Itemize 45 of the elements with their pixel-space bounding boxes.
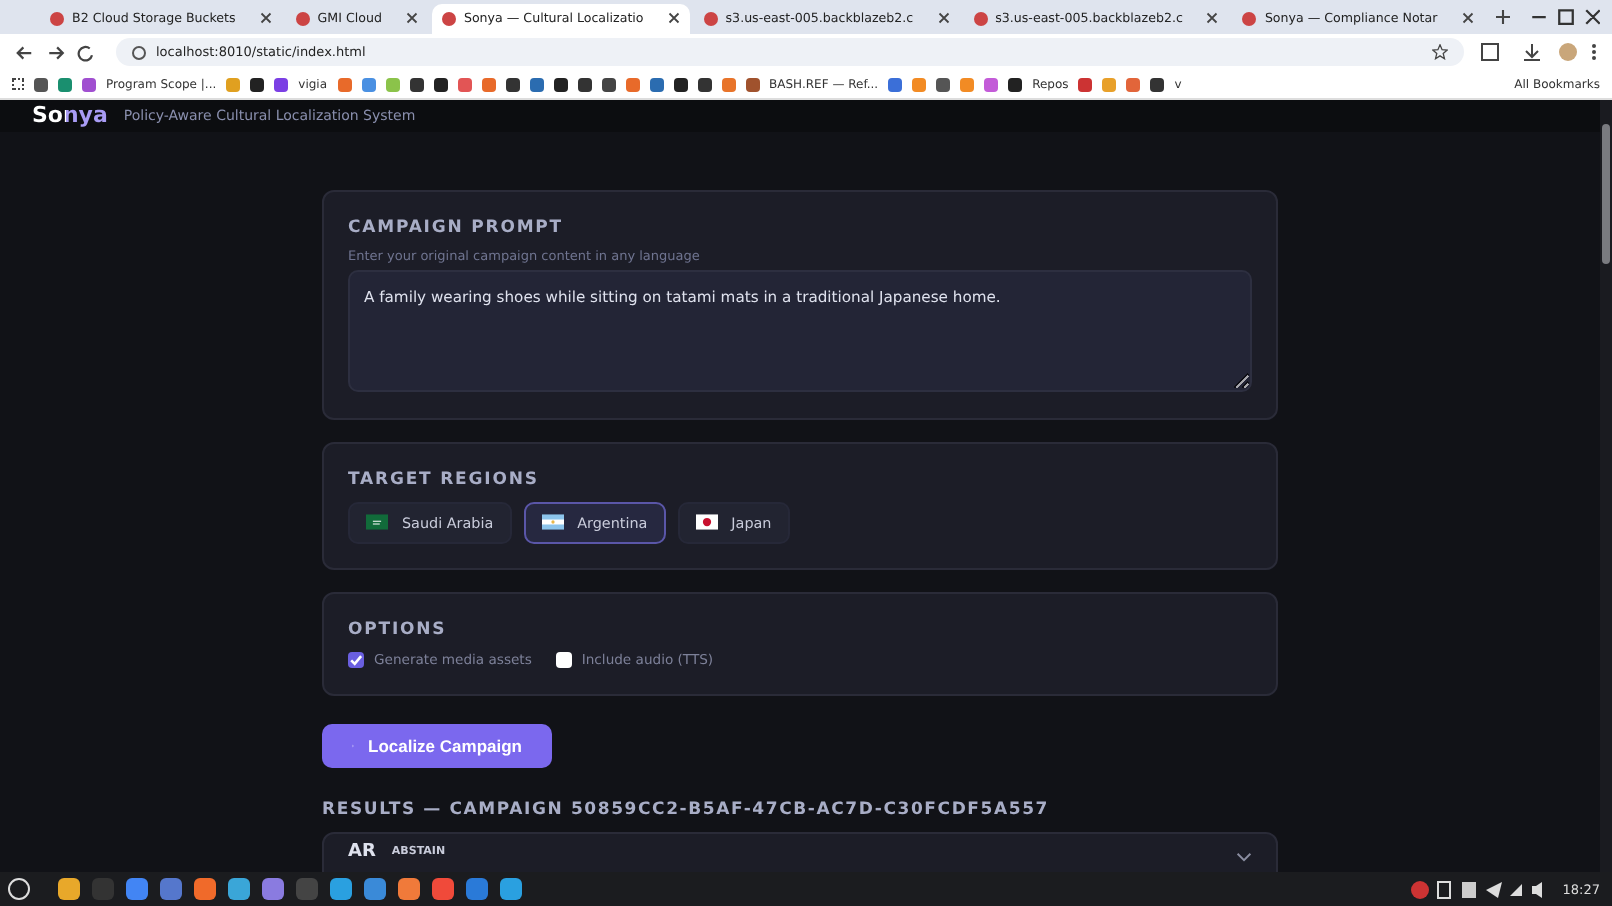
- taskbar-app-icon[interactable]: [228, 878, 250, 901]
- favicon-icon: [50, 11, 64, 26]
- flag-icon: [541, 514, 564, 531]
- taskbar-app-icon[interactable]: [398, 878, 420, 901]
- star-icon[interactable]: [1432, 44, 1448, 61]
- taskbar-app-icon[interactable]: [500, 878, 522, 901]
- region-code: AR: [348, 841, 376, 862]
- taskbar-app-icon[interactable]: [330, 878, 352, 901]
- close-icon[interactable]: [259, 12, 272, 25]
- localize-button[interactable]: Localize Campaign: [322, 723, 552, 768]
- section-title: OPTIONS: [348, 619, 449, 640]
- new-tab-icon[interactable]: [1495, 9, 1510, 24]
- taskbar-app-icon[interactable]: [466, 878, 488, 901]
- favicon-icon: [973, 11, 988, 26]
- site-info-icon[interactable]: [132, 45, 146, 60]
- close-icon[interactable]: [1461, 12, 1474, 25]
- flag-icon: [695, 514, 718, 531]
- taskbar-app-icon[interactable]: [364, 878, 386, 901]
- close-icon[interactable]: [937, 12, 950, 25]
- taskbar-app-icon[interactable]: [432, 878, 454, 901]
- favicon-icon: [703, 11, 718, 26]
- results-heading: RESULTS — CAMPAIGN 50859CC2-B5AF-47CB-AC7D-C30FCDF5A557: [322, 799, 1052, 820]
- flag-icon: [366, 514, 388, 531]
- taskbar-app-icon[interactable]: [58, 878, 80, 901]
- scrollbar[interactable]: [1600, 99, 1612, 873]
- window-controls-icon[interactable]: [1532, 7, 1600, 26]
- toolbar-icons-drawing[interactable]: [1480, 42, 1600, 63]
- favicon-icon: [1242, 11, 1257, 26]
- taskbar-app-icon[interactable]: [194, 878, 216, 901]
- checkbox[interactable]: [348, 651, 364, 668]
- start-menu-icon[interactable]: [8, 878, 30, 901]
- app-logo: Sonya: [32, 102, 108, 129]
- checkbox[interactable]: [555, 651, 572, 668]
- apps-icon[interactable]: [12, 78, 24, 91]
- section-title: CAMPAIGN PROMPT: [348, 217, 566, 238]
- taskbar-app-icon[interactable]: [160, 878, 182, 901]
- chevron-icon[interactable]: [1236, 851, 1252, 862]
- close-icon[interactable]: [1206, 12, 1219, 25]
- section-title: TARGET REGIONS: [348, 469, 541, 490]
- taskbar-app-icon[interactable]: [126, 878, 148, 901]
- favicon-icon: [295, 11, 310, 26]
- close-icon[interactable]: [667, 12, 680, 25]
- taskbar-app-icon[interactable]: [262, 878, 284, 901]
- favicon-icon: [441, 11, 456, 26]
- close-icon[interactable]: [405, 12, 418, 25]
